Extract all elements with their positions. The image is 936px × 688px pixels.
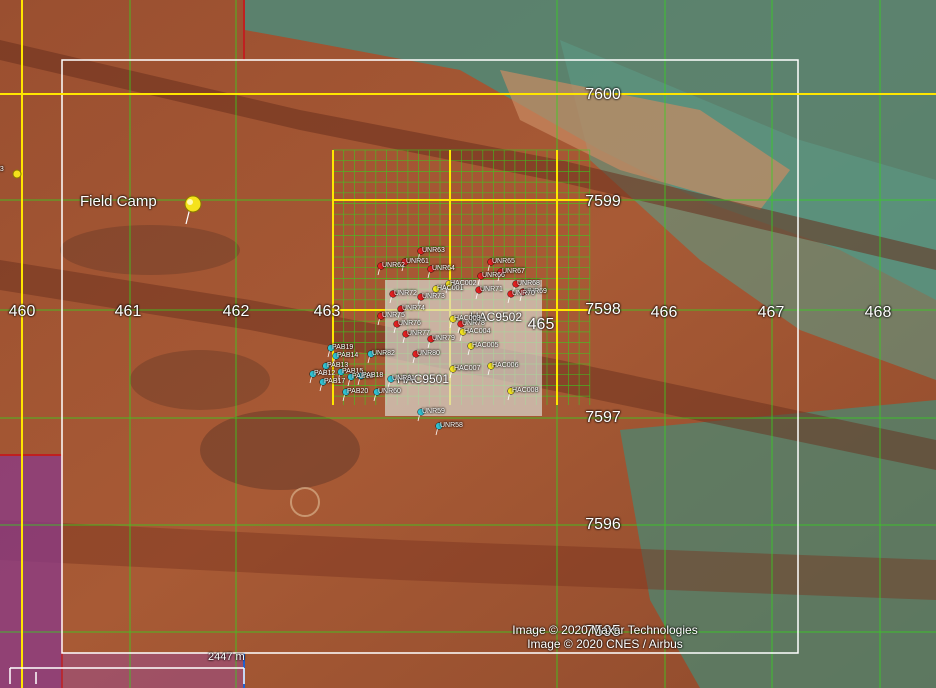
imagery-attribution: Image © 2020 Maxar Technologies Image © …: [500, 623, 710, 651]
placemark-label: HAC007: [454, 365, 481, 372]
grid-label-y: 7597: [585, 409, 621, 426]
placemark-label: UNR68: [517, 280, 540, 287]
attribution-line: Image © 2020 Maxar Technologies: [512, 623, 698, 637]
placemark-label: PAB17: [324, 378, 346, 385]
field-camp-pushpin[interactable]: [184, 195, 202, 225]
grid-label-x: 460: [8, 303, 36, 320]
grid-label-x: 467: [757, 304, 785, 321]
placemark-label: HAC002: [450, 280, 477, 287]
grid-label-y: 7598: [585, 301, 621, 318]
placemark-label: HAC004: [464, 328, 491, 335]
placemark-label: UNR71: [480, 286, 503, 293]
placemark-label: UNR82: [372, 350, 395, 357]
placemark-label: UNR76: [398, 320, 421, 327]
scale-bar-label: 2447 m: [208, 651, 245, 663]
placemark-label: UNR75: [382, 312, 405, 319]
placemark-label: UNR65: [492, 258, 515, 265]
placemark-label: UNR62: [382, 262, 405, 269]
placemark-label: UNR73: [422, 293, 445, 300]
attribution-line: Image © 2020 CNES / Airbus: [527, 637, 683, 651]
field-camp-label[interactable]: Field Camp: [80, 193, 157, 210]
placemark-label: UNR79: [432, 335, 455, 342]
placemark-label: UNR74: [402, 305, 425, 312]
placemark-label: HAC005: [472, 342, 499, 349]
placemark-label: UNR61: [406, 258, 429, 265]
grid-label-y: 7596: [585, 516, 621, 533]
grid-label-x: 462: [222, 303, 250, 320]
placemark-label: PAB20: [347, 388, 369, 395]
placemark-label: UNR60: [378, 388, 401, 395]
placemark-label: UNR81: [392, 375, 415, 382]
placemark-label: UNR70: [512, 290, 535, 297]
placemark-label: UNR77: [407, 330, 430, 337]
edge-pushpin[interactable]: [12, 169, 22, 179]
grid-label-x: 468: [864, 304, 892, 321]
placemark-label: UNR80: [417, 350, 440, 357]
placemark-label: HAC008: [512, 387, 539, 394]
grid-label-y: 7600: [585, 86, 621, 103]
placemark-label: UNR64: [432, 265, 455, 272]
placemark-label: UNR72: [394, 290, 417, 297]
placemark-label: UNR58: [440, 422, 463, 429]
placemark-label: PAB14: [337, 352, 359, 359]
placemark-layer: [12, 169, 527, 436]
placemark-label: UNR67: [502, 268, 525, 275]
placemark-label: HAC003: [454, 315, 481, 322]
grid-label-y: 7599: [585, 193, 621, 210]
grid-label-x: 461: [114, 303, 142, 320]
placemark-label: PAB19: [332, 344, 354, 351]
grid-label-x: 463: [313, 303, 341, 320]
placemark-label: HAC006: [492, 362, 519, 369]
satellite-map[interactable]: 460 461 462 463 465 466 467 468 7600 759…: [0, 0, 936, 688]
grid-label-x: 466: [650, 304, 678, 321]
placemark-label: UNR63: [422, 247, 445, 254]
placemark-label: PAB18: [362, 372, 384, 379]
grid-label-x: 465: [527, 316, 555, 333]
edge-pin-label: 03: [0, 166, 4, 173]
placemark-label: PAB12: [314, 370, 336, 377]
placemark-label: UNR59: [422, 408, 445, 415]
